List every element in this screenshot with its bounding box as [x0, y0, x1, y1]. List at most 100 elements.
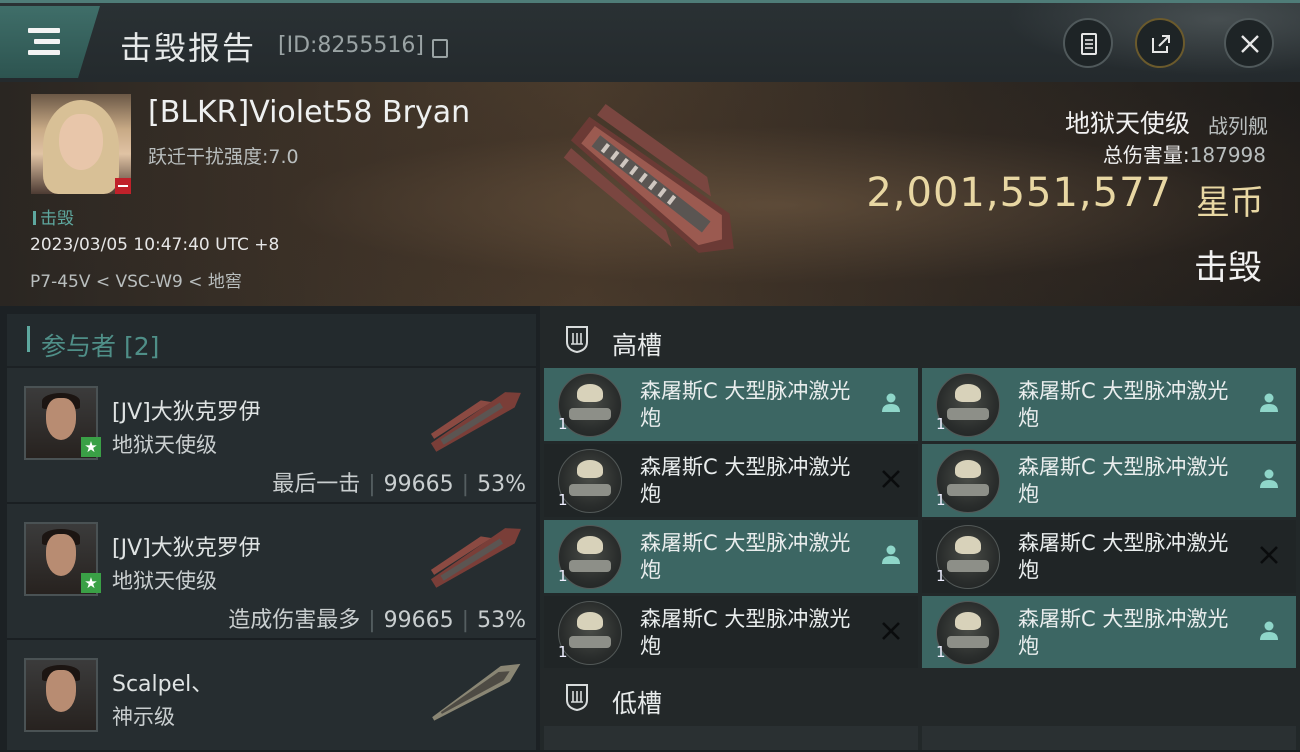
participant-percent: 53%	[477, 608, 526, 633]
laser-turret-icon	[936, 449, 1000, 513]
module-slot[interactable]: 1 森屠斯C 大型脉冲激光炮	[922, 520, 1296, 593]
module-slot[interactable]: 1 森屠斯C 大型脉冲激光炮	[544, 368, 918, 441]
destroyed-x-icon	[1260, 546, 1278, 564]
menu-icon-line	[34, 39, 60, 44]
dropped-person-icon	[1260, 621, 1278, 640]
low-slot-module-partial[interactable]	[922, 726, 1296, 750]
victim-name[interactable]: [BLKR]Violet58 Bryan	[148, 95, 470, 130]
destroyed-x-icon	[882, 622, 900, 640]
stat-separator: |	[461, 608, 470, 633]
top-bar: 击毁报告 [ID:8255516]	[0, 0, 1300, 85]
participants-header: 参与者 [2]	[7, 314, 536, 366]
victim-ship-image[interactable]	[540, 92, 770, 282]
participant-ship: 地狱天使级	[112, 433, 217, 457]
module-quantity: 1	[558, 567, 568, 585]
final-blow-tag: 最后一击	[272, 472, 361, 497]
laser-turret-icon	[558, 601, 622, 665]
star-icon: ★	[81, 573, 101, 593]
participant-percent: 53%	[477, 472, 526, 497]
total-damage: 总伤害量:187998	[1103, 139, 1266, 168]
module-slot[interactable]: 1 森屠斯C 大型脉冲激光炮	[544, 596, 918, 669]
laser-turret-icon	[936, 525, 1000, 589]
participant-name: Scalpel、	[112, 672, 214, 697]
status-tag: 击毁	[33, 204, 74, 229]
module-slot[interactable]: 1 森屠斯C 大型脉冲激光炮	[922, 596, 1296, 669]
victim-summary: [BLKR]Violet58 Bryan 跃迁干扰强度:7.0 击毁 2023/…	[0, 82, 1300, 306]
module-quantity: 1	[936, 567, 946, 585]
share-button[interactable]	[1135, 18, 1185, 68]
victim-ship-name[interactable]: 地狱天使级	[1065, 104, 1190, 140]
top-damage-tag: 造成伤害最多	[228, 608, 361, 633]
low-slot-module-partial[interactable]	[544, 726, 918, 750]
close-button[interactable]	[1224, 18, 1274, 68]
isk-value: 2,001,551,577	[866, 170, 1172, 216]
menu-icon	[28, 28, 60, 33]
participant-row[interactable]: ★ [JV]大狄克罗伊 地狱天使级 最后一击 | 99665 | 53%	[7, 368, 536, 504]
laser-turret-icon	[558, 373, 622, 437]
report-id: [ID:8255516]	[278, 33, 424, 58]
dropped-person-icon	[1260, 393, 1278, 412]
module-name: 森屠斯C 大型脉冲激光炮	[640, 607, 851, 658]
close-icon	[1241, 35, 1259, 53]
module-name: 森屠斯C 大型脉冲激光炮	[640, 531, 851, 582]
portrait-face	[46, 398, 76, 440]
participant-ship: 神示级	[112, 705, 175, 729]
participant-portrait[interactable]: ★	[24, 522, 101, 596]
victim-ship-class: 战列舰	[1208, 114, 1268, 138]
menu-icon-line	[28, 50, 60, 55]
module-name: 森屠斯C 大型脉冲激光炮	[1018, 379, 1229, 430]
participant-ship: 地狱天使级	[112, 569, 217, 593]
dropped-person-icon	[1260, 469, 1278, 488]
destroyed-x-icon	[882, 470, 900, 488]
participants-panel: 参与者 [2] ★ [JV]大狄克罗伊 地狱天使级 最后一击 | 99665 | 53%…	[0, 306, 540, 752]
participant-stats: 最后一击 | 99665 | 53%	[272, 466, 526, 498]
low-slot-header: 低槽	[540, 668, 1300, 726]
module-slot[interactable]: 1 森屠斯C 大型脉冲激光炮	[544, 520, 918, 593]
module-name: 森屠斯C 大型脉冲激光炮	[640, 455, 851, 506]
high-slot-header: 高槽	[540, 310, 1300, 368]
low-slot-icon	[566, 684, 588, 712]
module-quantity: 1	[558, 415, 568, 433]
participant-row[interactable]: Scalpel、 神示级	[7, 640, 536, 752]
header-accent	[27, 326, 30, 352]
warp-label: 跃迁干扰强度:	[148, 146, 269, 168]
participant-name: [JV]大狄克罗伊	[112, 536, 261, 561]
isk-unit: 星币	[1196, 183, 1264, 223]
module-name: 森屠斯C 大型脉冲激光炮	[1018, 455, 1229, 506]
participant-ship-image	[430, 528, 521, 588]
copy-icon[interactable]	[432, 39, 448, 58]
module-slot[interactable]: 1 森屠斯C 大型脉冲激光炮	[922, 444, 1296, 517]
low-slot-label: 低槽	[612, 689, 663, 718]
dropped-person-icon	[882, 393, 900, 412]
stat-separator: |	[368, 472, 376, 497]
module-quantity: 1	[558, 491, 568, 509]
warp-strength: 跃迁干扰强度:7.0	[148, 142, 299, 169]
module-slot[interactable]: 1 森屠斯C 大型脉冲激光炮	[544, 444, 918, 517]
fitting-panel: 高槽 1 森屠斯C 大型脉冲激光炮 1 森屠斯C 大型脉冲激光炮 1 森屠斯C 大型脉冲激…	[540, 306, 1300, 750]
kill-location[interactable]: P7-45V < VSC-W9 < 地窖	[30, 267, 242, 292]
module-name: 森屠斯C 大型脉冲激光炮	[1018, 607, 1229, 658]
module-slot[interactable]: 1 森屠斯C 大型脉冲激光炮	[922, 368, 1296, 441]
participant-row[interactable]: ★ [JV]大狄克罗伊 地狱天使级 造成伤害最多 | 99665 | 53%	[7, 504, 536, 640]
total-damage-value: 187998	[1189, 143, 1266, 167]
laser-turret-icon	[936, 373, 1000, 437]
participant-portrait[interactable]	[24, 658, 98, 732]
notes-button[interactable]	[1063, 18, 1113, 68]
participant-damage: 99665	[383, 472, 454, 497]
high-slot-icon	[566, 326, 588, 354]
hostile-badge	[115, 178, 131, 194]
participant-name: [JV]大狄克罗伊	[112, 400, 261, 425]
kill-datetime: 2023/03/05 10:47:40 UTC +8	[30, 235, 280, 255]
dropped-person-icon	[882, 545, 900, 564]
module-quantity: 1	[936, 643, 946, 661]
participant-damage: 99665	[383, 608, 454, 633]
stat-separator: |	[461, 472, 470, 497]
participant-portrait[interactable]: ★	[24, 386, 101, 460]
portrait-face	[59, 114, 103, 170]
participant-ship-image	[430, 392, 521, 452]
document-icon	[1081, 33, 1097, 55]
star-icon: ★	[81, 437, 101, 457]
portrait-face	[46, 670, 76, 712]
menu-button[interactable]	[0, 6, 100, 78]
module-quantity: 1	[936, 415, 946, 433]
